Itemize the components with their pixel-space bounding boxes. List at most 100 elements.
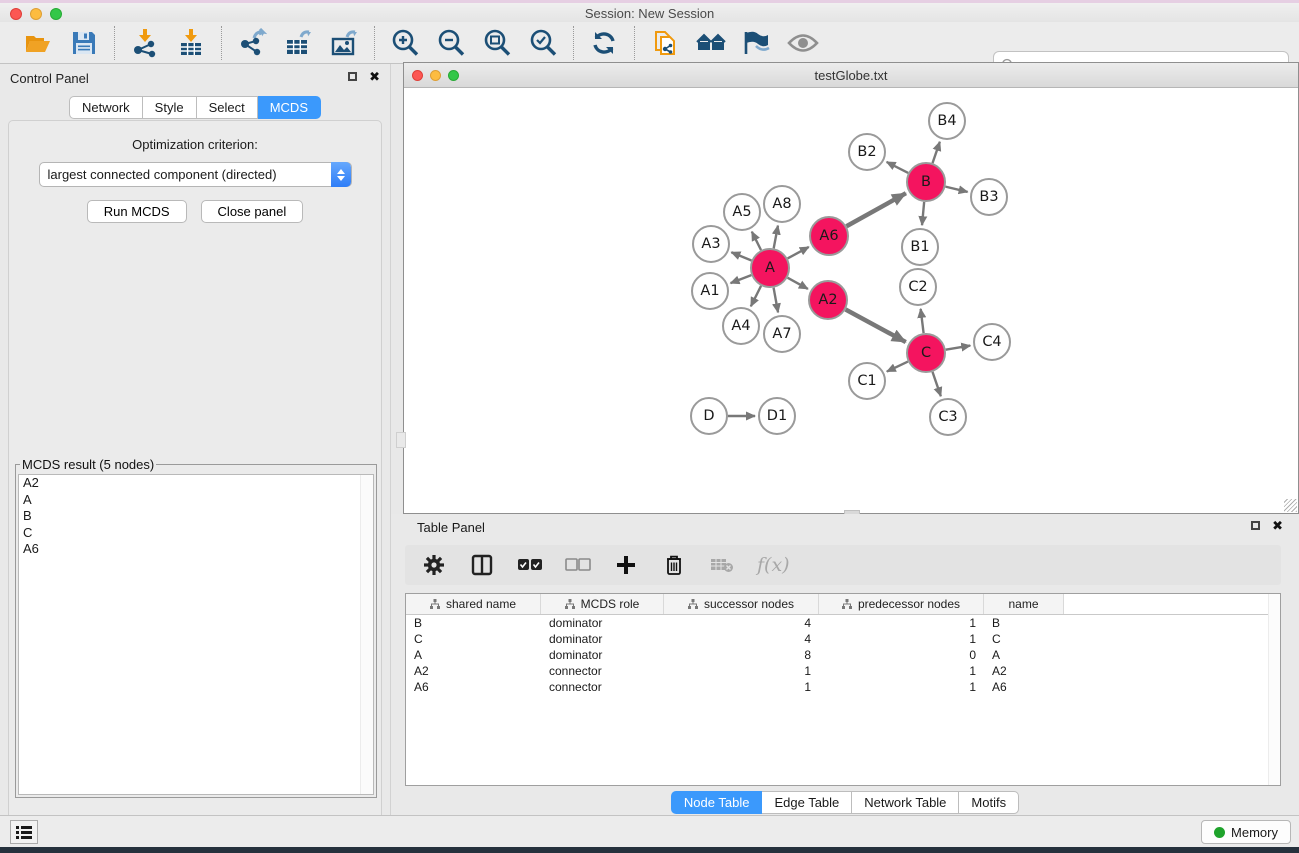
table-row[interactable]: Cdominator41C [406, 631, 1280, 647]
column-header-MCDS-role[interactable]: MCDS role [541, 594, 664, 614]
tab-style[interactable]: Style [143, 96, 197, 119]
run-mcds-button[interactable]: Run MCDS [87, 200, 187, 223]
canvas-vertical-scrollbar[interactable] [396, 432, 406, 448]
graph-node-B3[interactable]: B3 [971, 179, 1007, 215]
task-history-button[interactable] [10, 820, 38, 844]
graph-node-B1[interactable]: B1 [902, 229, 938, 265]
export-image-icon[interactable] [328, 27, 360, 59]
select-all-columns-icon[interactable] [517, 552, 543, 578]
graph-edge-A-A2[interactable] [788, 278, 808, 289]
close-table-panel-icon[interactable]: ✖ [1272, 520, 1283, 531]
mcds-result-item[interactable]: C [19, 525, 373, 542]
graph-node-A2[interactable]: A2 [809, 281, 847, 319]
zoom-fit-icon[interactable] [481, 27, 513, 59]
import-table-icon[interactable] [175, 27, 207, 59]
close-panel-button[interactable]: Close panel [201, 200, 304, 223]
graph-edge-B-B1[interactable] [922, 202, 924, 225]
graph-node-B4[interactable]: B4 [929, 103, 965, 139]
graph-edge-A2-C[interactable] [846, 310, 906, 343]
graph-edge-A-A8[interactable] [774, 226, 778, 249]
zoom-out-icon[interactable] [435, 27, 467, 59]
float-panel-icon[interactable] [348, 72, 357, 81]
graph-edge-A-A5[interactable] [752, 232, 761, 250]
network-canvas[interactable]: AA1A2A3A4A5A6A7A8BB1B2B3B4CC1C2C3C4DD1 [404, 88, 1298, 513]
column-header-name[interactable]: name [984, 594, 1064, 614]
criterion-dropdown[interactable]: largest connected component (directed) [39, 162, 352, 187]
graph-node-B2[interactable]: B2 [849, 134, 885, 170]
mcds-result-item[interactable]: A2 [19, 475, 373, 492]
open-file-icon[interactable] [22, 27, 54, 59]
graph-node-C[interactable]: C [907, 334, 945, 372]
first-neighbors-icon[interactable] [695, 27, 727, 59]
import-network-icon[interactable] [129, 27, 161, 59]
delete-table-icon[interactable] [709, 552, 735, 578]
graph-node-A7[interactable]: A7 [764, 316, 800, 352]
zoom-in-icon[interactable] [389, 27, 421, 59]
add-column-icon[interactable] [613, 552, 639, 578]
deselect-all-columns-icon[interactable] [565, 552, 591, 578]
tab-network-table[interactable]: Network Table [852, 791, 959, 814]
table-options-gear-icon[interactable] [421, 552, 447, 578]
mcds-result-item[interactable]: A6 [19, 541, 373, 558]
graph-edge-B-B3[interactable] [945, 187, 967, 192]
graph-edge-A6-B[interactable] [846, 193, 905, 226]
table-row[interactable]: A6connector11A6 [406, 679, 1280, 695]
refresh-layout-icon[interactable] [588, 27, 620, 59]
tab-network[interactable]: Network [69, 96, 143, 119]
graph-node-C2[interactable]: C2 [900, 269, 936, 305]
tab-select[interactable]: Select [197, 96, 258, 119]
graph-node-C4[interactable]: C4 [974, 324, 1010, 360]
graph-node-D[interactable]: D [691, 398, 727, 434]
graph-node-A4[interactable]: A4 [723, 308, 759, 344]
eye-icon[interactable] [787, 27, 819, 59]
column-header-shared-name[interactable]: shared name [406, 594, 541, 614]
zoom-selected-icon[interactable] [527, 27, 559, 59]
split-columns-icon[interactable] [469, 552, 495, 578]
graph-edge-A-A7[interactable] [774, 288, 778, 313]
graph-edge-A-A4[interactable] [751, 286, 761, 306]
graph-node-A8[interactable]: A8 [764, 186, 800, 222]
graph-edge-C-C2[interactable] [921, 309, 924, 333]
table-scrollbar[interactable] [1268, 594, 1280, 785]
graph-edge-C-C4[interactable] [946, 346, 971, 350]
float-table-panel-icon[interactable] [1251, 521, 1260, 530]
tab-motifs[interactable]: Motifs [959, 791, 1019, 814]
function-builder-icon[interactable]: f(x) [757, 552, 790, 578]
graph-edge-A-A6[interactable] [788, 247, 809, 258]
network-window-titlebar[interactable]: testGlobe.txt [404, 63, 1298, 88]
graph-node-A[interactable]: A [751, 249, 789, 287]
graph-edge-C-C3[interactable] [933, 372, 941, 396]
graph-edge-B-B4[interactable] [933, 142, 940, 163]
list-scrollbar[interactable] [360, 475, 373, 794]
graph-edge-A-A1[interactable] [731, 275, 752, 283]
tab-edge-table[interactable]: Edge Table [762, 791, 852, 814]
graph-node-A3[interactable]: A3 [693, 226, 729, 262]
graph-edge-C-C1[interactable] [887, 362, 908, 372]
graph-node-A6[interactable]: A6 [810, 217, 848, 255]
graph-node-A1[interactable]: A1 [692, 273, 728, 309]
graph-edge-A-A3[interactable] [731, 252, 751, 260]
graph-node-B[interactable]: B [907, 163, 945, 201]
graph-node-A5[interactable]: A5 [724, 194, 760, 230]
delete-column-icon[interactable] [661, 552, 687, 578]
tab-node-table[interactable]: Node Table [671, 791, 763, 814]
export-table-icon[interactable] [282, 27, 314, 59]
graph-node-C3[interactable]: C3 [930, 399, 966, 435]
duplicate-network-icon[interactable] [649, 27, 681, 59]
column-header-successor-nodes[interactable]: successor nodes [664, 594, 819, 614]
mcds-result-list[interactable]: A2ABCA6 [18, 474, 374, 795]
table-row[interactable]: A2connector11A2 [406, 663, 1280, 679]
graph-node-D1[interactable]: D1 [759, 398, 795, 434]
tab-mcds[interactable]: MCDS [258, 96, 321, 119]
table-row[interactable]: Bdominator41B [406, 615, 1280, 631]
memory-button[interactable]: Memory [1201, 820, 1291, 844]
export-network-icon[interactable] [236, 27, 268, 59]
mcds-result-item[interactable]: A [19, 492, 373, 509]
show-hide-icon[interactable] [741, 27, 773, 59]
mcds-result-item[interactable]: B [19, 508, 373, 525]
table-row[interactable]: Adominator80A [406, 647, 1280, 663]
save-session-icon[interactable] [68, 27, 100, 59]
graph-edge-B-B2[interactable] [887, 162, 909, 173]
column-header-predecessor-nodes[interactable]: predecessor nodes [819, 594, 984, 614]
close-panel-icon[interactable]: ✖ [369, 71, 380, 82]
